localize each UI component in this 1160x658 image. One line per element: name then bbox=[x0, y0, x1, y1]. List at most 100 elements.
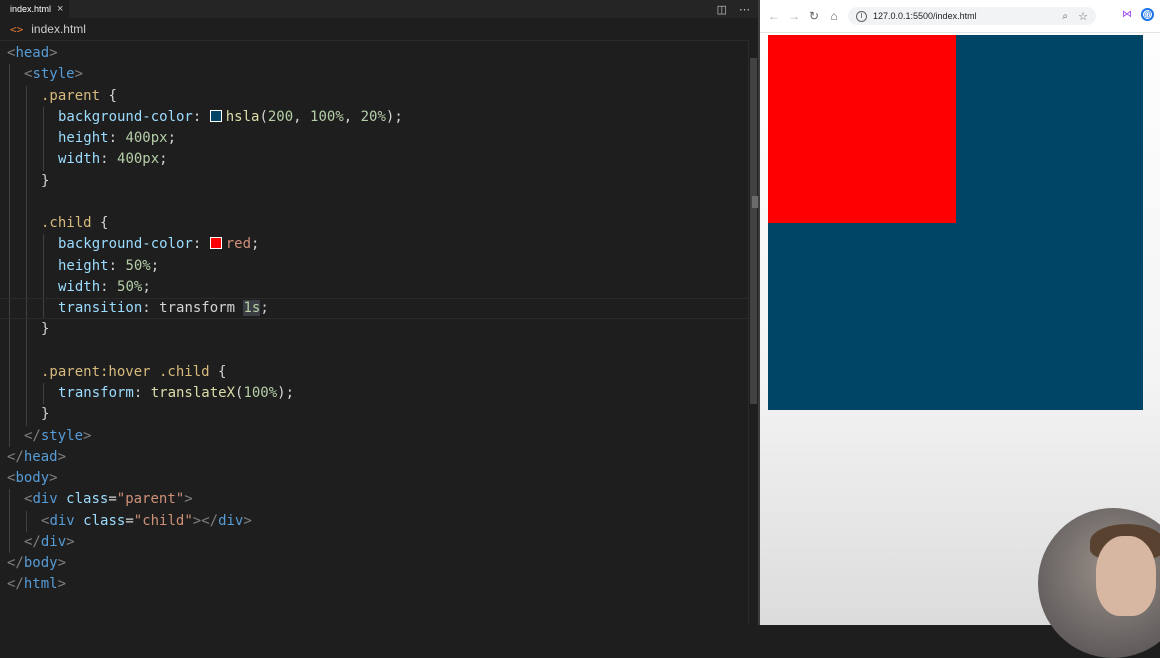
indent-guide bbox=[9, 234, 10, 256]
code-token: : transform bbox=[142, 300, 244, 316]
code-line[interactable]: } bbox=[0, 404, 748, 426]
indent-guide bbox=[26, 85, 27, 107]
profile-icon[interactable]: @ bbox=[1141, 8, 1154, 21]
indent-guide bbox=[9, 340, 10, 362]
code-line[interactable]: </head> bbox=[0, 447, 748, 468]
code-line[interactable]: .child { bbox=[0, 213, 748, 235]
code-line-content: .child { bbox=[41, 213, 108, 234]
code-token: , bbox=[343, 108, 361, 125]
code-line[interactable]: } bbox=[0, 319, 748, 341]
code-line[interactable]: transform: translateX(100%); bbox=[0, 383, 748, 405]
indent-guide bbox=[9, 531, 10, 553]
code-token: div bbox=[40, 533, 67, 550]
code-token: width bbox=[58, 278, 101, 295]
code-token: 400px bbox=[125, 130, 168, 146]
indent-guide bbox=[26, 361, 27, 383]
code-token: </ bbox=[7, 576, 24, 593]
code-line[interactable] bbox=[0, 340, 748, 362]
code-line[interactable]: background-color: red; bbox=[0, 234, 748, 256]
parent-box[interactable] bbox=[768, 35, 1143, 410]
address-bar[interactable]: i 127.0.0.1:5500/index.html ⌕ ☆ bbox=[848, 7, 1096, 25]
indent-guide bbox=[9, 85, 10, 107]
code-line[interactable]: transition: transform 1s; bbox=[0, 298, 748, 320]
code-token: 400px bbox=[117, 151, 160, 168]
indent-guide bbox=[26, 170, 27, 192]
indent-guide bbox=[9, 149, 10, 171]
zoom-icon[interactable]: ⌕ bbox=[1062, 11, 1068, 22]
code-token: ); bbox=[277, 385, 295, 401]
code-token: : bbox=[133, 385, 151, 401]
indent-guide bbox=[43, 128, 44, 150]
code-line[interactable]: </style> bbox=[0, 425, 748, 447]
home-icon[interactable]: ⌂ bbox=[824, 9, 844, 23]
code-line[interactable] bbox=[0, 191, 748, 213]
split-editor-icon[interactable]: ◫ bbox=[717, 3, 727, 16]
indent-guide bbox=[9, 128, 10, 150]
more-actions-icon[interactable]: ⋯ bbox=[739, 3, 750, 16]
code-line-content: </head> bbox=[7, 447, 66, 468]
breadcrumb-file[interactable]: index.html bbox=[31, 22, 86, 36]
indent-guide bbox=[26, 106, 27, 128]
close-icon[interactable]: × bbox=[57, 0, 63, 18]
code-line[interactable]: <head> bbox=[0, 43, 748, 64]
color-swatch[interactable] bbox=[209, 237, 222, 250]
code-token: ; bbox=[142, 278, 151, 295]
indent-guide bbox=[26, 234, 27, 256]
code-line-content: <div class="child"></div> bbox=[41, 511, 252, 532]
code-line[interactable]: width: 50%; bbox=[0, 276, 748, 298]
code-token: : bbox=[108, 257, 126, 274]
code-token: : bbox=[192, 108, 210, 125]
tab-index-html[interactable]: index.html × bbox=[0, 0, 70, 18]
bookmark-star-icon[interactable]: ☆ bbox=[1078, 10, 1088, 23]
code-line[interactable]: .parent { bbox=[0, 85, 748, 107]
code-line-content: } bbox=[41, 404, 49, 425]
child-box bbox=[768, 35, 956, 223]
code-token: hsla bbox=[225, 108, 260, 125]
code-token: ); bbox=[385, 108, 403, 125]
code-token: > bbox=[83, 427, 92, 444]
code-line[interactable]: <div class="parent"> bbox=[0, 489, 748, 511]
code-line[interactable]: height: 400px; bbox=[0, 128, 748, 150]
code-line[interactable]: } bbox=[0, 170, 748, 192]
code-line[interactable]: </div> bbox=[0, 531, 748, 553]
code-line[interactable]: height: 50%; bbox=[0, 255, 748, 277]
code-line[interactable]: </html> bbox=[0, 574, 748, 595]
forward-icon[interactable]: → bbox=[784, 9, 804, 23]
indent-guide bbox=[9, 299, 10, 319]
code-line[interactable]: <style> bbox=[0, 64, 748, 86]
code-line-content: </body> bbox=[7, 553, 66, 574]
extension-icon[interactable]: ⋈ bbox=[1122, 9, 1132, 20]
indent-guide bbox=[26, 319, 27, 341]
indent-guide bbox=[26, 128, 27, 150]
code-token: .child bbox=[41, 215, 92, 231]
indent-guide bbox=[9, 106, 10, 128]
code-token: 1s bbox=[243, 300, 261, 316]
code-line[interactable]: .parent:hover .child { bbox=[0, 361, 748, 383]
code-line-content: </style> bbox=[24, 426, 91, 447]
indent-guide bbox=[26, 149, 27, 171]
code-token: > bbox=[184, 491, 193, 508]
indent-guide bbox=[9, 64, 10, 86]
code-area[interactable]: <head> <style> .parent {background-color: … bbox=[0, 43, 748, 596]
code-line[interactable]: width: 400px; bbox=[0, 149, 748, 171]
editor-actions: ◫ ⋯ bbox=[717, 0, 750, 18]
indent-guide bbox=[9, 510, 10, 532]
code-line[interactable]: <body> bbox=[0, 468, 748, 489]
indent-guide bbox=[26, 404, 27, 426]
code-line[interactable]: <div class="child"></div> bbox=[0, 510, 748, 532]
code-token: > bbox=[74, 66, 84, 83]
code-line[interactable]: background-color: hsla(200, 100%, 20%); bbox=[0, 106, 748, 128]
code-token: 50% bbox=[125, 257, 151, 274]
editor-scrollbar-thumb[interactable] bbox=[750, 58, 757, 404]
url-text[interactable]: 127.0.0.1:5500/index.html bbox=[873, 11, 977, 21]
info-icon[interactable]: i bbox=[856, 10, 867, 22]
back-icon[interactable]: ← bbox=[764, 9, 784, 23]
color-swatch[interactable] bbox=[209, 109, 222, 122]
code-line[interactable]: </body> bbox=[0, 553, 748, 574]
indent-guide bbox=[43, 255, 44, 277]
code-token: .parent:hover .child bbox=[41, 363, 210, 380]
code-token: </ bbox=[7, 448, 24, 465]
reload-icon[interactable]: ↻ bbox=[804, 9, 824, 23]
code-token: "parent" bbox=[116, 491, 185, 508]
code-token: body bbox=[15, 470, 50, 486]
